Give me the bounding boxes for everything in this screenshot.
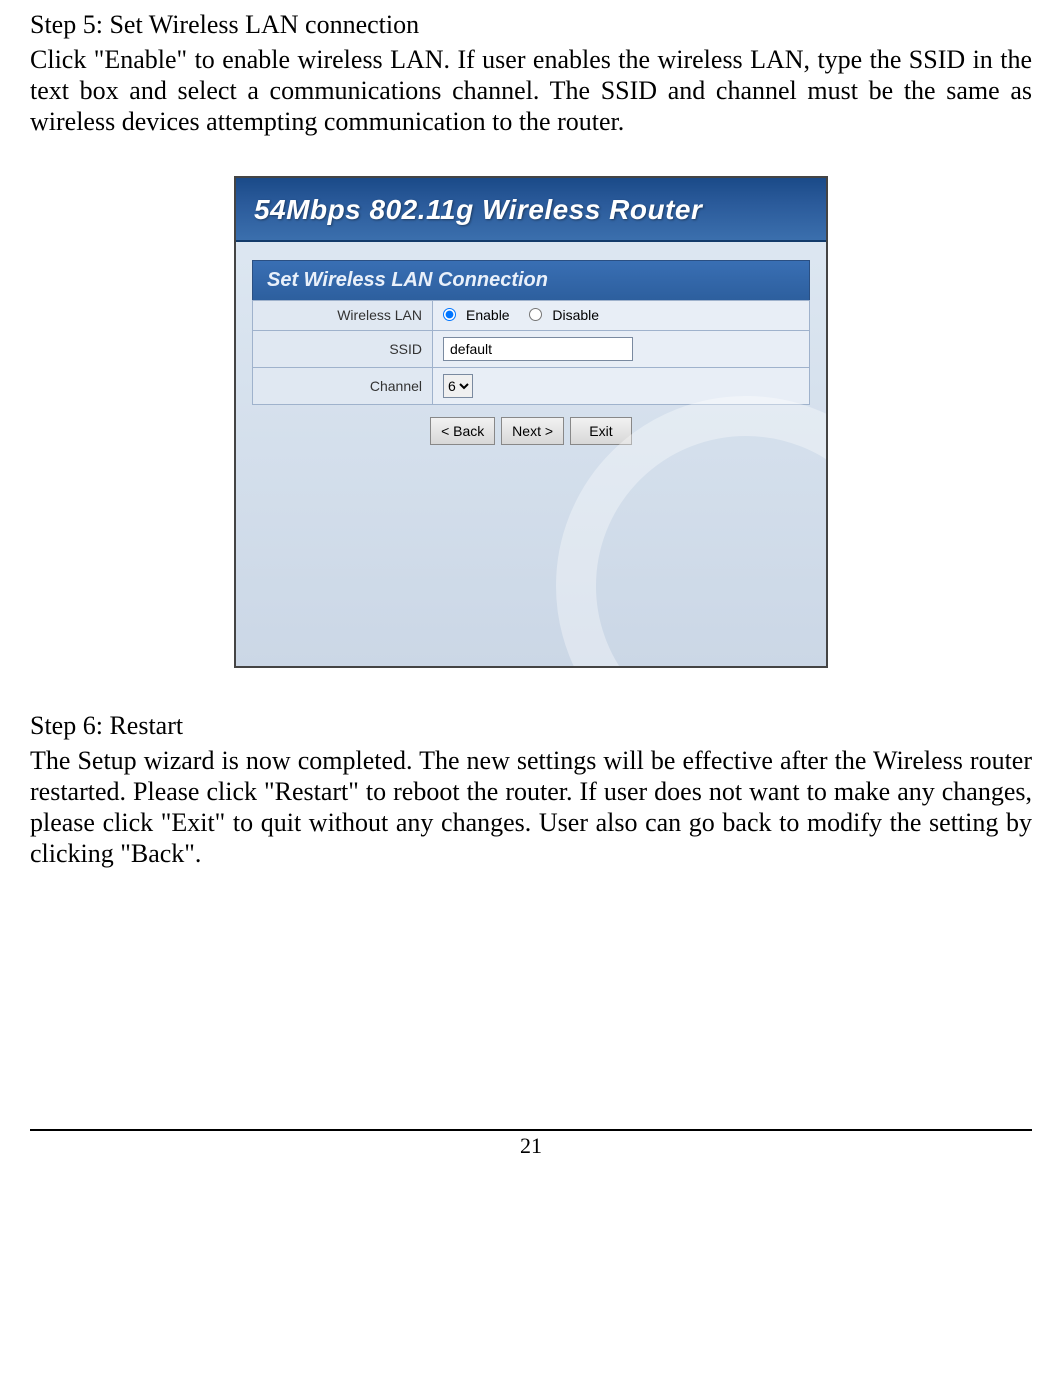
label-ssid: SSID xyxy=(253,331,433,368)
label-enable: Enable xyxy=(466,307,510,323)
router-screenshot: 54Mbps 802.11g Wireless Router Set Wirel… xyxy=(30,176,1032,671)
footer-rule xyxy=(30,1129,1032,1131)
settings-table: Wireless LAN Enable Disable SSID xyxy=(252,300,810,406)
router-title-bar: 54Mbps 802.11g Wireless Router xyxy=(236,178,826,242)
page-number: 21 xyxy=(30,1133,1032,1159)
section-header: Set Wireless LAN Connection xyxy=(252,260,810,300)
step5-body: Click "Enable" to enable wireless LAN. I… xyxy=(30,44,1032,138)
router-window: 54Mbps 802.11g Wireless Router Set Wirel… xyxy=(234,176,828,668)
step6-heading: Step 6: Restart xyxy=(30,711,1032,741)
row-wireless-lan: Wireless LAN Enable Disable xyxy=(253,300,810,331)
label-disable: Disable xyxy=(552,307,599,323)
router-content: Set Wireless LAN Connection Wireless LAN… xyxy=(236,242,826,666)
row-ssid: SSID xyxy=(253,331,810,368)
label-wireless-lan: Wireless LAN xyxy=(253,300,433,331)
radio-enable[interactable] xyxy=(443,308,456,321)
cell-ssid xyxy=(433,331,810,368)
next-button[interactable]: Next > xyxy=(501,417,564,445)
channel-select[interactable]: 6 xyxy=(443,374,473,398)
cell-wireless-lan: Enable Disable xyxy=(433,300,810,331)
label-channel: Channel xyxy=(253,368,433,405)
step5-heading: Step 5: Set Wireless LAN connection xyxy=(30,10,1032,40)
ssid-input[interactable] xyxy=(443,337,633,361)
radio-disable[interactable] xyxy=(529,308,542,321)
back-button[interactable]: < Back xyxy=(430,417,495,445)
step6-body: The Setup wizard is now completed. The n… xyxy=(30,745,1032,870)
